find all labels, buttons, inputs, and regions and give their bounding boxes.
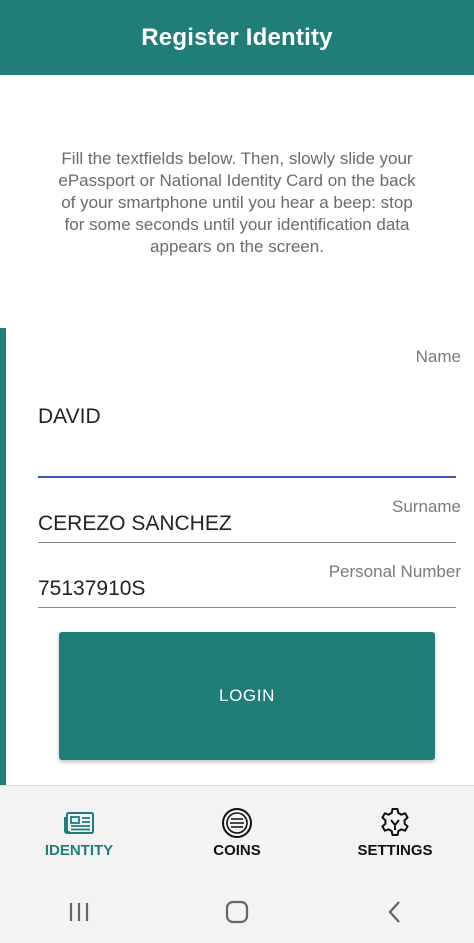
surname-field-label: Surname [392,497,461,516]
nav-item-settings[interactable]: SETTINGS [316,786,474,881]
name-field-underline [38,476,456,478]
back-icon[interactable] [365,892,425,932]
login-button[interactable]: LOGIN [59,632,435,760]
nav-label-coins: COINS [213,842,261,859]
name-field[interactable]: DAVID [38,405,101,429]
personal-number-field[interactable]: 75137910S [38,577,145,601]
system-nav-bar [0,881,474,943]
nav-label-identity: IDENTITY [44,842,114,859]
personal-number-field-underline [38,607,456,608]
home-icon[interactable] [207,892,267,932]
gear-icon [378,806,412,840]
newspaper-icon [62,806,96,840]
recent-apps-icon[interactable] [49,892,109,932]
page-title: Register Identity [141,23,333,51]
app-bar: Register Identity [0,0,474,75]
surname-field-underline [38,542,456,543]
bottom-nav: IDENTITY COINS SETTINGS [0,785,474,881]
nav-item-identity[interactable]: IDENTITY [0,786,158,881]
personal-number-field-label: Personal Number [328,562,461,581]
coin-icon [220,806,254,840]
nav-item-coins[interactable]: COINS [158,786,316,881]
form-accent-bar [0,328,6,786]
surname-field[interactable]: CEREZO SANCHEZ [38,512,232,536]
instructions-text: Fill the textfields below. Then, slowly … [58,149,416,256]
name-field-label: Name [415,347,461,366]
nav-label-settings: SETTINGS [357,842,433,859]
